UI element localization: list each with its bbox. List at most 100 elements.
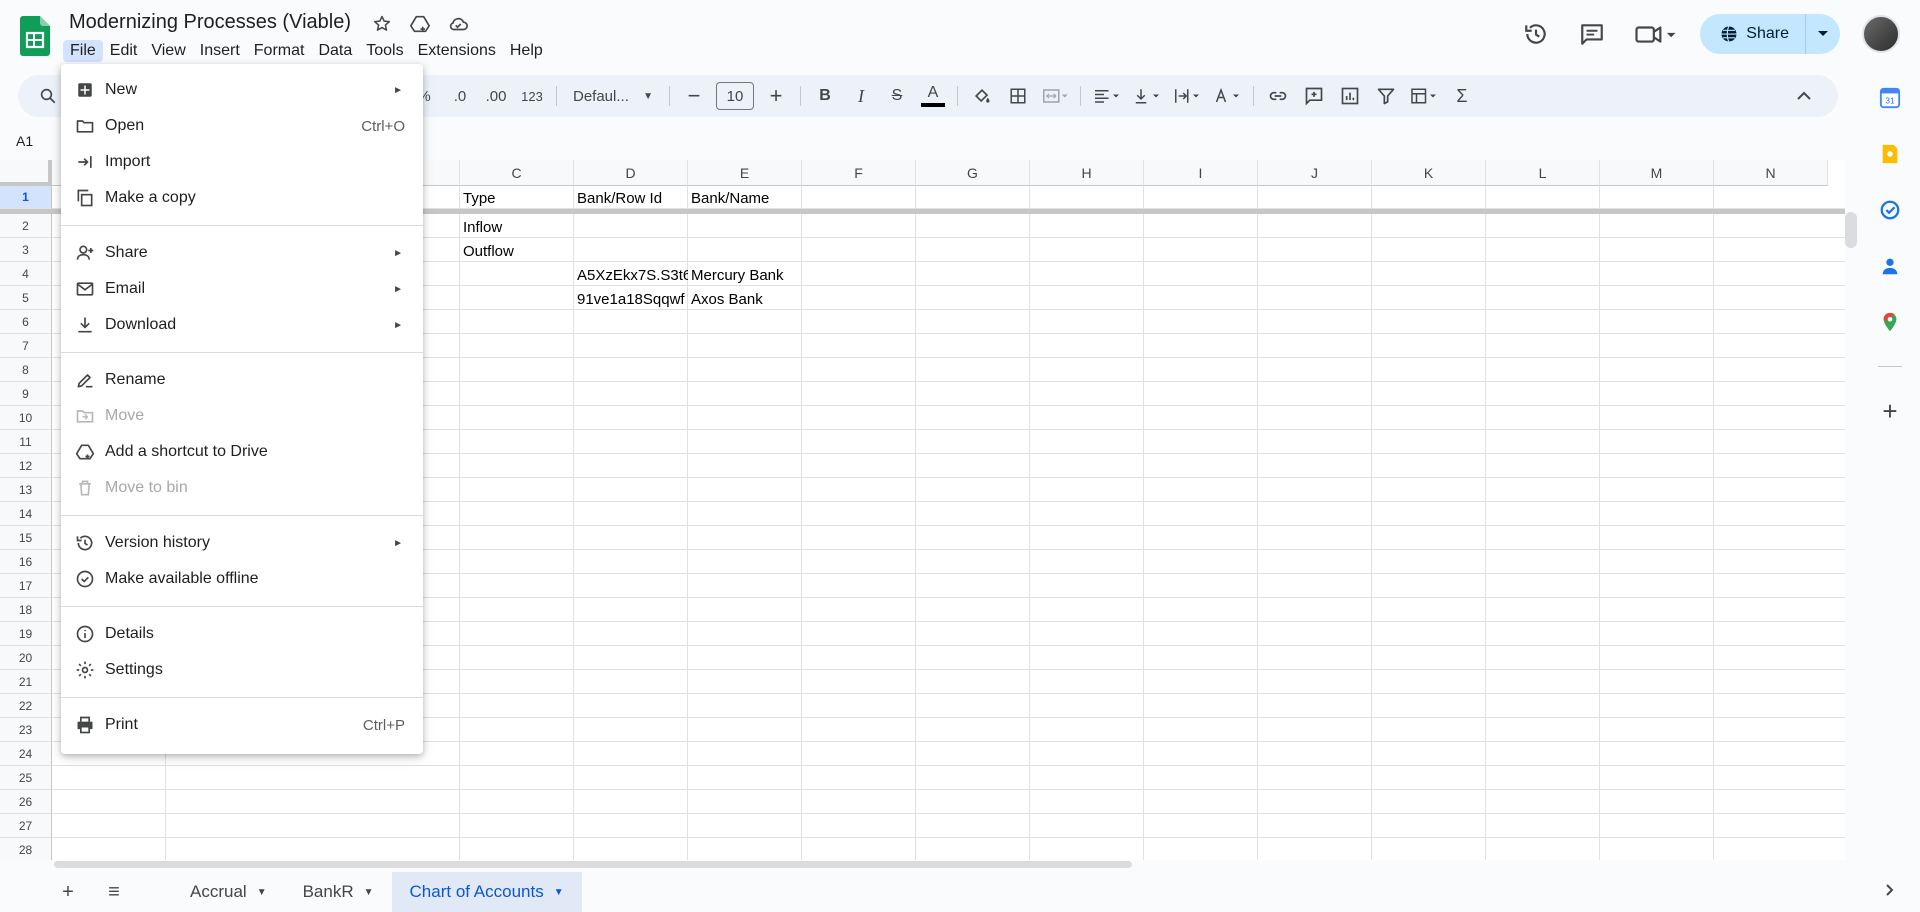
file-menu-item-make-a-copy[interactable]: Make a copy [61,180,423,216]
cell-c1[interactable]: Type [460,190,574,207]
row-header-21[interactable]: 21 [0,670,52,694]
column-header-d[interactable]: D [574,160,688,186]
tasks-icon[interactable] [1878,198,1902,222]
row-header-16[interactable]: 16 [0,550,52,574]
row-header-13[interactable]: 13 [0,478,52,502]
menu-insert[interactable]: Insert [193,40,247,62]
sheet-tab-chart-of-accounts[interactable]: Chart of Accounts ▼ [391,872,582,912]
row-header-12[interactable]: 12 [0,454,52,478]
menu-view[interactable]: View [144,40,192,62]
sheets-logo-icon[interactable] [20,16,50,56]
column-header-f[interactable]: F [802,160,916,186]
row-header-15[interactable]: 15 [0,526,52,550]
row-header-25[interactable]: 25 [0,766,52,790]
menu-tools[interactable]: Tools [359,40,410,62]
file-menu-item-import[interactable]: Import [61,144,423,180]
all-sheets-menu-icon[interactable]: ≡ [94,874,134,910]
menu-edit[interactable]: Edit [103,40,145,62]
cell-c2[interactable]: Inflow [460,219,574,236]
add-sheet-icon[interactable]: + [48,874,88,910]
file-menu-item-make-available-offline[interactable]: Make available offline [61,561,423,597]
decrease-decimal-button[interactable]: .0 [446,82,474,110]
cell-e4[interactable]: Mercury Bank [688,267,802,284]
column-header-g[interactable]: G [916,160,1030,186]
row-header-24[interactable]: 24 [0,742,52,766]
calendar-icon[interactable]: 31 [1878,86,1902,110]
row-header-6[interactable]: 6 [0,310,52,334]
file-menu-item-settings[interactable]: Settings [61,652,423,688]
file-menu-item-new[interactable]: New ► [61,72,423,108]
column-header-c[interactable]: C [460,160,574,186]
filter-icon[interactable] [1372,82,1400,110]
collapse-toolbar-chevron-icon[interactable] [1790,82,1818,110]
font-size-input[interactable]: 10 [716,82,754,110]
menu-data[interactable]: Data [311,40,359,62]
cloud-saved-icon[interactable] [446,12,470,36]
bold-icon[interactable]: B [811,82,839,110]
avatar[interactable] [1862,15,1900,53]
sheet-tab-accrual[interactable]: Accrual ▼ [172,872,285,912]
row-header-14[interactable]: 14 [0,502,52,526]
row-header-7[interactable]: 7 [0,334,52,358]
name-box[interactable]: A1 [16,133,33,149]
row-header-2[interactable]: 2 [0,214,52,238]
font-select[interactable]: Defaul... ▼ [567,82,659,110]
column-header-l[interactable]: L [1486,160,1600,186]
menu-extensions[interactable]: Extensions [411,40,503,62]
keep-icon[interactable] [1878,142,1902,166]
row-header-18[interactable]: 18 [0,598,52,622]
text-color-icon[interactable]: A [919,82,947,110]
row-header-28[interactable]: 28 [0,838,52,860]
column-header-h[interactable]: H [1030,160,1144,186]
insert-chart-icon[interactable] [1336,82,1364,110]
row-header-27[interactable]: 27 [0,814,52,838]
search-menus-icon[interactable] [34,82,62,110]
menu-help[interactable]: Help [503,40,550,62]
insert-link-icon[interactable] [1264,82,1292,110]
select-all-corner[interactable] [0,160,52,186]
share-button[interactable]: Share [1700,14,1840,54]
file-menu-item-download[interactable]: Download ► [61,307,423,343]
row-header-19[interactable]: 19 [0,622,52,646]
meet-icon[interactable] [1628,14,1684,54]
get-add-ons-plus-icon[interactable]: + [1878,396,1902,426]
comments-icon[interactable] [1572,14,1612,54]
contacts-icon[interactable] [1878,254,1902,278]
sheet-tab-bankr[interactable]: BankR ▼ [285,872,392,912]
show-side-panel-chevron-icon[interactable] [1878,878,1902,902]
cell-d5[interactable]: 91ve1a18Sqqwf [574,291,688,308]
file-menu-item-details[interactable]: Details [61,616,423,652]
version-history-icon[interactable] [1516,14,1556,54]
cell-e5[interactable]: Axos Bank [688,291,802,308]
font-size-increase-icon[interactable]: + [762,82,790,110]
file-menu-item-add-a-shortcut-to-drive[interactable]: Add a shortcut to Drive [61,434,423,470]
fill-color-icon[interactable] [968,82,996,110]
functions-icon[interactable]: Σ [1448,82,1476,110]
column-header-i[interactable]: I [1144,160,1258,186]
insert-comment-icon[interactable] [1300,82,1328,110]
filter-views-icon[interactable] [1408,82,1440,110]
strikethrough-icon[interactable]: S [883,82,911,110]
row-header-8[interactable]: 8 [0,358,52,382]
row-header-22[interactable]: 22 [0,694,52,718]
file-menu-item-version-history[interactable]: Version history ► [61,525,423,561]
vertical-align-icon[interactable] [1131,82,1163,110]
document-title[interactable]: Modernizing Processes (Viable) [69,11,351,34]
column-header-e[interactable]: E [688,160,802,186]
menu-format[interactable]: Format [247,40,312,62]
file-menu-item-email[interactable]: Email ► [61,271,423,307]
number-format-button[interactable]: 123 [518,82,546,110]
file-menu-item-share[interactable]: Share ► [61,235,423,271]
horizontal-scrollbar[interactable] [54,861,1132,868]
vertical-scrollbar[interactable] [1845,212,1857,248]
horizontal-align-icon[interactable] [1091,82,1123,110]
row-header-5[interactable]: 5 [0,286,52,310]
italic-icon[interactable]: I [847,82,875,110]
row-header-10[interactable]: 10 [0,406,52,430]
column-header-k[interactable]: K [1372,160,1486,186]
row-header-1[interactable]: 1 [0,186,52,209]
font-size-decrease-icon[interactable]: − [680,82,708,110]
row-header-26[interactable]: 26 [0,790,52,814]
text-rotation-icon[interactable] [1211,82,1243,110]
file-menu-item-rename[interactable]: Rename [61,362,423,398]
